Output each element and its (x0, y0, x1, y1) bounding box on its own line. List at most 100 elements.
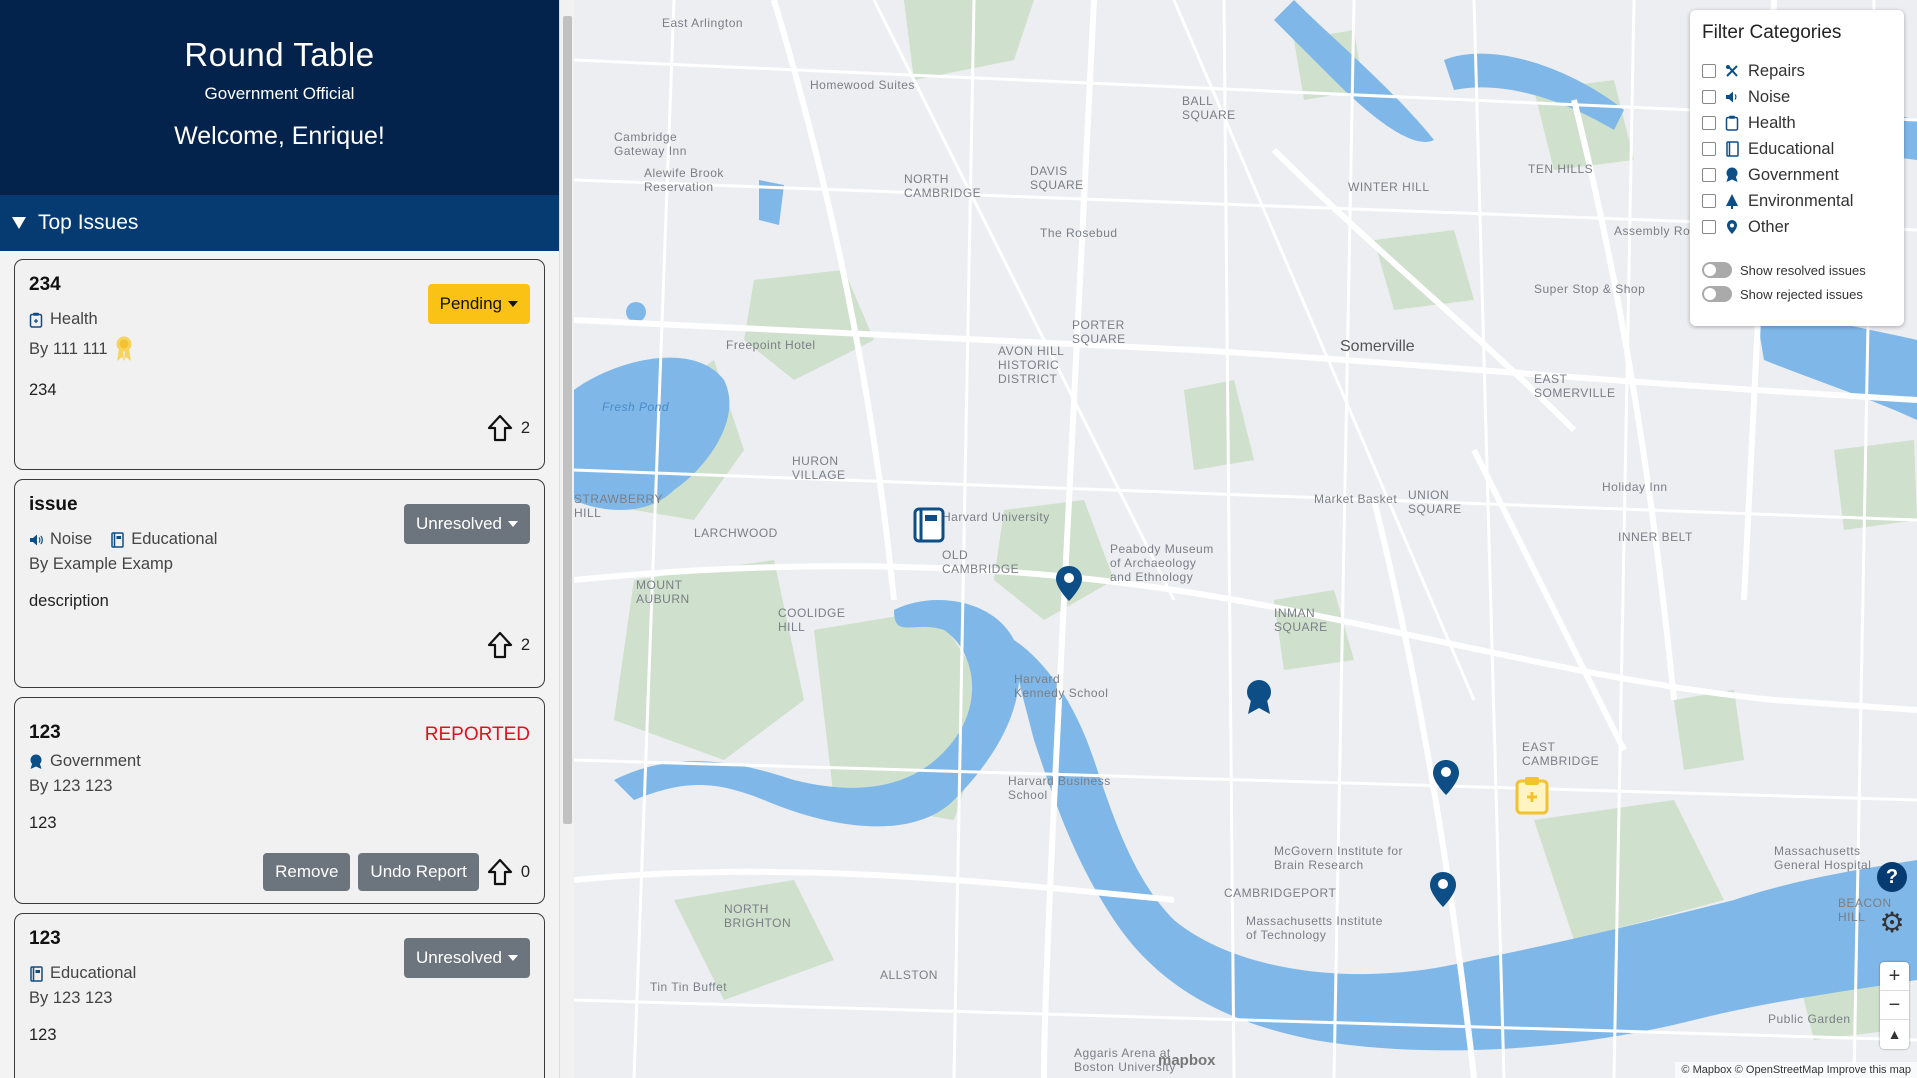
upvote-arrow-icon[interactable] (487, 414, 513, 442)
filter-label: Other (1748, 217, 1790, 236)
author-row: By 111 111 (29, 335, 530, 363)
gear-icon[interactable]: ⚙ (1877, 908, 1907, 938)
issue-description: 123 (29, 1026, 57, 1044)
status-dropdown[interactable]: Unresolved (404, 938, 530, 978)
sidebar-scrollbar[interactable] (559, 0, 574, 1078)
checkbox[interactable] (1702, 142, 1716, 156)
status-label: Pending (439, 294, 502, 313)
map-label: Alewife Brook Reservation (644, 166, 724, 194)
location-issue-pin[interactable] (1428, 870, 1458, 910)
category-label: Educational (131, 530, 218, 548)
upvote-arrow-icon[interactable] (487, 631, 513, 659)
filter-health[interactable]: Health (1702, 110, 1892, 136)
filter-other[interactable]: Other (1702, 214, 1892, 240)
checkbox[interactable] (1702, 194, 1716, 208)
section-title: Top Issues (38, 211, 139, 234)
location-issue-pin[interactable] (1054, 564, 1084, 604)
tree-icon (1724, 193, 1740, 209)
vote-row: Remove Undo Report 0 (29, 853, 530, 891)
status-dropdown[interactable]: Unresolved (404, 504, 530, 544)
toggle-resolved[interactable]: Show resolved issues (1702, 258, 1892, 282)
remove-button[interactable]: Remove (263, 853, 351, 891)
toggle-rejected[interactable]: Show rejected issues (1702, 282, 1892, 306)
map-label: INMAN SQUARE (1274, 606, 1328, 634)
author: By Example Examp (29, 555, 173, 573)
issue-card[interactable]: 234 Pending Health By 111 111 234 2 (14, 259, 545, 470)
user-role: Government Official (204, 84, 355, 103)
zoom-out-button[interactable]: − (1880, 991, 1909, 1020)
map-label: DAVIS SQUARE (1030, 164, 1084, 192)
welcome-message: Welcome, Enrique! (174, 122, 385, 150)
checkbox[interactable] (1702, 116, 1716, 130)
filter-title: Filter Categories (1702, 22, 1842, 43)
map-label: Holiday Inn (1602, 480, 1668, 494)
notebook-icon (30, 965, 43, 982)
map-label: Freepoint Hotel (726, 338, 816, 352)
map-label: Fresh Pond (602, 400, 670, 414)
checkbox[interactable] (1702, 90, 1716, 104)
vote-row: 2 (29, 414, 530, 442)
upvote-arrow-icon[interactable] (487, 858, 513, 886)
map-label: East Arlington (662, 16, 744, 30)
map-label: Harvard University (942, 510, 1050, 524)
undo-report-button[interactable]: Undo Report (358, 853, 479, 891)
map-pin-icon (1724, 219, 1740, 235)
zoom-in-button[interactable]: + (1880, 962, 1909, 991)
help-button[interactable]: ? (1877, 862, 1907, 892)
author: By 111 111 (29, 339, 108, 358)
caret-down-icon (508, 955, 518, 961)
toggle-label: Show resolved issues (1740, 262, 1866, 278)
author-row: By 123 123 (29, 989, 530, 1008)
checkbox[interactable] (1702, 220, 1716, 234)
map-label: TEN HILLS (1528, 162, 1594, 176)
reported-status: REPORTED (424, 724, 530, 745)
notebook-icon (111, 531, 124, 548)
category-label: Educational (50, 964, 137, 982)
status-label: Unresolved (416, 514, 502, 533)
filter-government[interactable]: Government (1702, 162, 1892, 188)
toggle-label: Show rejected issues (1740, 286, 1863, 302)
health-issue-pin[interactable] (1514, 776, 1550, 816)
map-label: AVON HILL HISTORIC DISTRICT (998, 344, 1064, 386)
issue-card[interactable]: 123 Unresolved Educational By 123 123 12… (14, 913, 545, 1078)
filter-repairs[interactable]: Repairs (1702, 58, 1892, 84)
top-issues-toggle[interactable]: Top Issues (0, 195, 559, 251)
toggle-switch[interactable] (1702, 286, 1732, 302)
issue-card[interactable]: issue Unresolved Noise Educational By Ex… (14, 479, 545, 688)
location-issue-pin[interactable] (1431, 758, 1461, 798)
government-issue-pin[interactable] (1244, 678, 1274, 718)
compass-button[interactable]: ▲ (1880, 1020, 1909, 1049)
mapbox-logo[interactable]: mapbox (1158, 1052, 1216, 1069)
clipboard-icon (1724, 115, 1740, 131)
map-label: HURON VILLAGE (792, 454, 846, 482)
map-label: STRAWBERRY HILL (574, 492, 663, 520)
government-badge-icon (1724, 167, 1740, 183)
educational-issue-pin[interactable] (912, 506, 946, 546)
issue-description: 123 (29, 814, 57, 832)
collapse-triangle-icon (12, 217, 26, 229)
issue-card[interactable]: 123 REPORTED Government By 123 123 123 R… (14, 697, 545, 904)
category-government: Government (29, 752, 141, 771)
category-health: Health (29, 310, 98, 329)
map-label: Massachusetts Institute of Technology (1246, 914, 1383, 942)
vote-count: 2 (520, 418, 530, 437)
toggle-switch[interactable] (1702, 262, 1732, 278)
checkbox[interactable] (1702, 168, 1716, 182)
map-label: McGovern Institute for Brain Research (1274, 844, 1404, 872)
filter-educational[interactable]: Educational (1702, 136, 1892, 162)
map-attribution[interactable]: © Mapbox © OpenStreetMap Improve this ma… (1675, 1062, 1917, 1078)
caret-down-icon (508, 301, 518, 307)
map-label: Peabody Museum of Archaeology and Ethnol… (1110, 542, 1214, 584)
filter-label: Repairs (1748, 61, 1805, 80)
map-label: LARCHWOOD (694, 526, 778, 540)
checkbox[interactable] (1702, 64, 1716, 78)
status-dropdown[interactable]: Pending (427, 284, 530, 324)
caret-down-icon (508, 521, 518, 527)
filter-environmental[interactable]: Environmental (1702, 188, 1892, 214)
map-label: MOUNT AUBURN (636, 578, 690, 606)
category-label: Noise (50, 530, 93, 548)
map-label: Harvard Business School (1008, 774, 1111, 802)
filter-noise[interactable]: Noise (1702, 84, 1892, 110)
scrollbar-thumb[interactable] (563, 16, 572, 824)
issue-description: description (29, 592, 109, 610)
